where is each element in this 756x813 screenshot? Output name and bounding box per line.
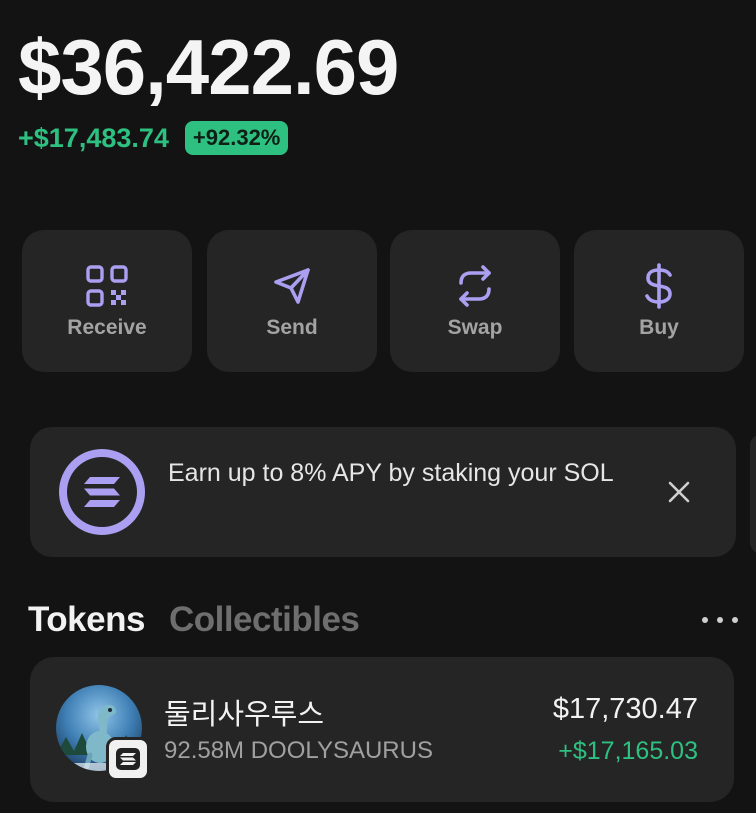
token-change: +$17,165.03 xyxy=(558,737,698,765)
token-name: 둘리사우루스 xyxy=(164,697,325,731)
staking-banner[interactable]: Earn up to 8% APY by staking your SOL xyxy=(30,427,736,557)
buy-button[interactable]: Buy xyxy=(574,230,744,372)
portfolio-change-percent-badge: +92.32% xyxy=(184,121,289,155)
staking-banner-text: Earn up to 8% APY by staking your SOL xyxy=(168,459,614,487)
portfolio-change-percent: +92.32% xyxy=(192,125,281,150)
swap-button[interactable]: Swap xyxy=(390,230,560,372)
close-icon[interactable] xyxy=(664,477,694,507)
receive-button[interactable]: Receive xyxy=(22,230,192,372)
swap-icon xyxy=(451,262,499,310)
solana-chain-badge-icon xyxy=(106,737,150,781)
asset-tabs: Tokens Collectibles xyxy=(28,600,360,640)
token-value: $17,730.47 xyxy=(552,693,698,725)
solana-icon xyxy=(59,449,145,535)
dollar-icon xyxy=(635,262,683,310)
wallet-home: $36,422.69 +$17,483.74 +92.32% Receive S… xyxy=(0,0,756,813)
buy-label: Buy xyxy=(639,316,679,339)
more-icon[interactable] xyxy=(702,610,738,630)
token-row[interactable]: 둘리사우루스 92.58M DOOLYSAURUS $17,730.47 +$1… xyxy=(30,657,734,802)
send-button[interactable]: Send xyxy=(207,230,377,372)
portfolio-change-amount: +$17,483.74 xyxy=(18,122,169,153)
token-amount: 92.58M DOOLYSAURUS xyxy=(164,737,433,764)
tab-tokens[interactable]: Tokens xyxy=(28,600,145,640)
qr-code-icon xyxy=(83,262,131,310)
next-banner-card[interactable] xyxy=(750,435,756,553)
action-buttons: Receive Send Swap Buy xyxy=(22,230,756,372)
swap-label: Swap xyxy=(447,316,503,339)
send-icon xyxy=(268,262,316,310)
receive-label: Receive xyxy=(67,316,147,339)
portfolio-balance: $36,422.69 xyxy=(18,23,399,111)
tab-collectibles[interactable]: Collectibles xyxy=(169,600,360,640)
portfolio-change: +$17,483.74 +92.32% xyxy=(18,121,289,155)
send-label: Send xyxy=(266,316,318,339)
